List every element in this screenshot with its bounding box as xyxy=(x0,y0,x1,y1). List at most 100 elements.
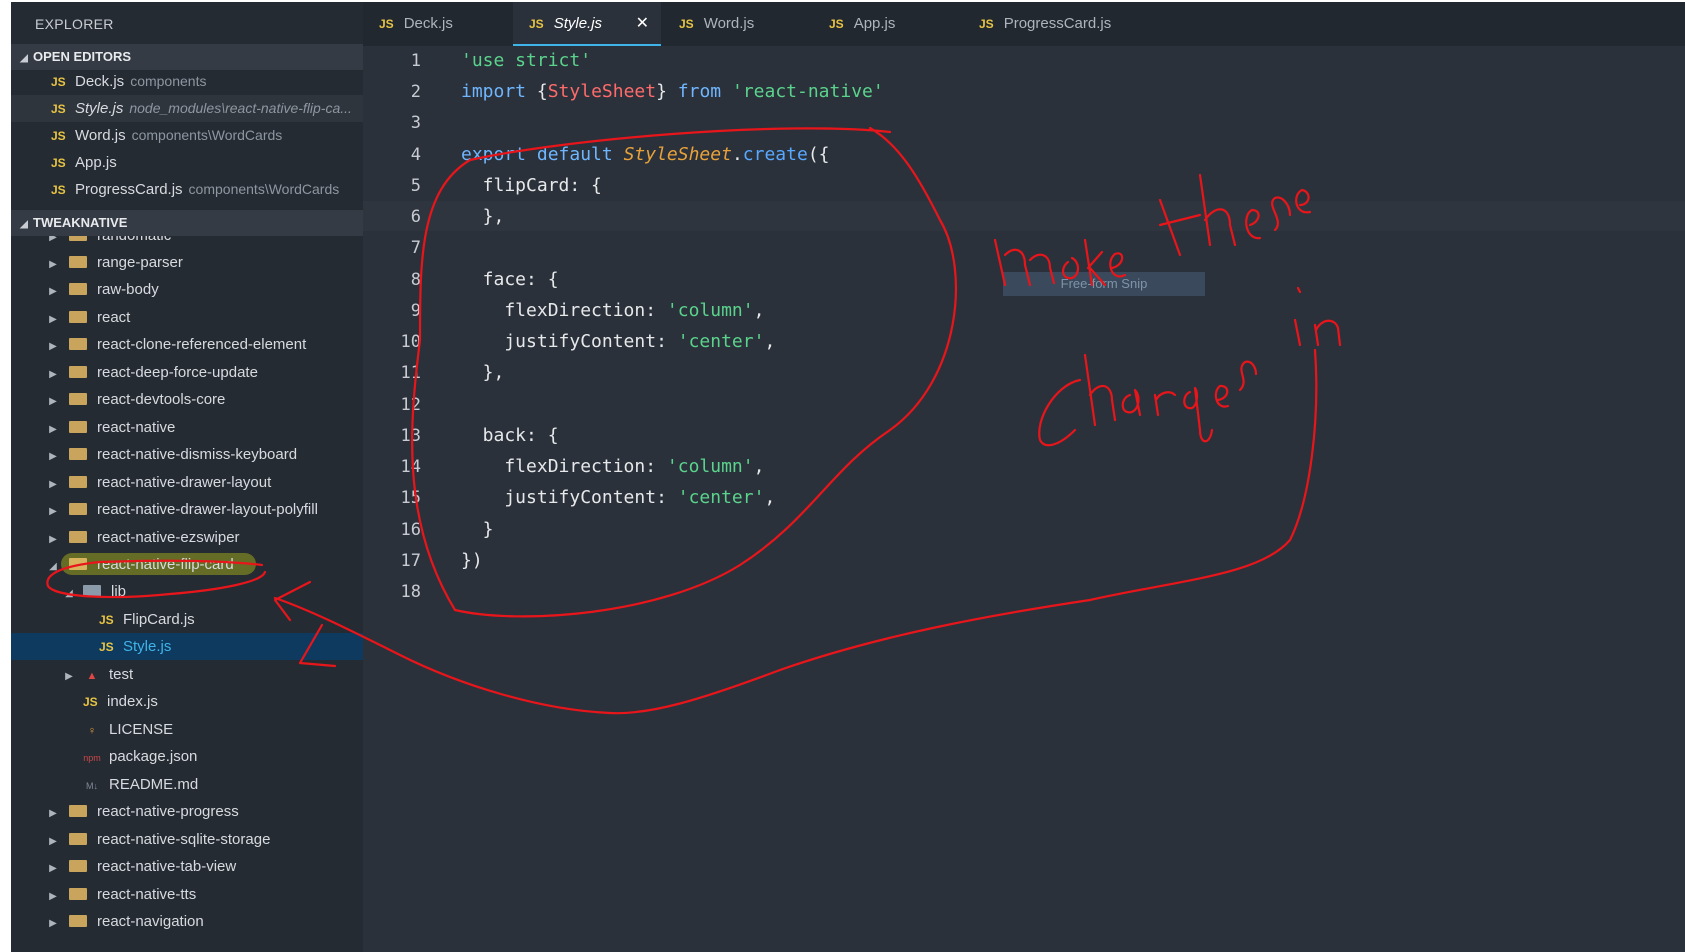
tab-deck[interactable]: JS Deck.js xyxy=(363,2,511,46)
js-icon: JS xyxy=(99,613,114,627)
js-icon: JS xyxy=(679,17,694,31)
open-editor-item[interactable]: JS Word.js components\WordCards xyxy=(11,122,363,149)
folder-icon xyxy=(69,860,87,873)
tree-file[interactable]: JS FlipCard.js xyxy=(11,606,363,633)
tree-folder[interactable]: ▶ react xyxy=(11,304,363,331)
line-number: 5 xyxy=(410,176,421,196)
folder-icon xyxy=(69,888,87,901)
chevron-right-icon: ▶ xyxy=(49,479,57,490)
folder-icon xyxy=(69,256,87,269)
test-folder-icon: ▲ xyxy=(86,670,98,682)
code-line-9: flexDirection: 'column', xyxy=(461,300,765,321)
open-editor-item[interactable]: JS ProgressCard.js components\WordCards xyxy=(11,176,363,203)
folder-icon xyxy=(69,393,87,406)
js-icon: JS xyxy=(83,695,98,709)
line-number: 14 xyxy=(400,457,421,477)
tree-file[interactable]: ♀ LICENSE xyxy=(11,716,363,743)
folder-icon xyxy=(69,366,87,379)
tree-folder-expanded[interactable]: ◢ react-native-flip-card xyxy=(11,551,363,578)
tree-folder[interactable]: ▶ react-devtools-core xyxy=(11,386,363,413)
js-icon: JS xyxy=(51,183,66,197)
chevron-right-icon: ▶ xyxy=(49,506,57,517)
tab-app[interactable]: JS App.js xyxy=(813,2,961,46)
line-number: 6 xyxy=(410,207,421,227)
project-header[interactable]: ◢ TWEAKNATIVE xyxy=(11,210,363,236)
tab-word[interactable]: JS Word.js xyxy=(663,2,811,46)
close-icon[interactable]: ✕ xyxy=(636,2,649,46)
code-line-14: flexDirection: 'column', xyxy=(461,456,765,477)
tree-file[interactable]: npm package.json xyxy=(11,743,363,770)
tab-bar: JS Deck.js JS Style.js ✕ JS Word.js JS App.js… xyxy=(363,2,1685,46)
folder-icon xyxy=(69,833,87,846)
line-number: 18 xyxy=(400,582,421,602)
tree-folder[interactable]: ▶ react-native-ezswiper xyxy=(11,524,363,551)
tree-folder[interactable]: ▶ react-clone-referenced-element xyxy=(11,331,363,358)
lib-folder-icon xyxy=(83,585,101,598)
tree-folder-expanded[interactable]: ◢ lib xyxy=(11,578,363,605)
explorer-sidebar: EXPLORER ◢ OPEN EDITORS JS Deck.js componen… xyxy=(11,2,363,952)
tree-folder[interactable]: ▶ react-native-drawer-layout xyxy=(11,469,363,496)
tree-folder[interactable]: ▶ react-native-sqlite-storage xyxy=(11,826,363,853)
chevron-right-icon: ▶ xyxy=(49,236,57,243)
open-editor-item-active[interactable]: JS Style.js node_modules\react-native-flip… xyxy=(11,95,363,122)
folder-icon xyxy=(69,448,87,461)
chevron-down-icon: ◢ xyxy=(49,561,57,572)
line-number: 11 xyxy=(400,363,421,383)
folder-open-icon xyxy=(69,558,87,571)
folder-icon xyxy=(69,531,87,544)
folder-icon xyxy=(69,503,87,516)
code-editor[interactable]: 1 2 3 4 5 6 7 8 9 10 11 12 13 14 15 16 1… xyxy=(363,46,1685,952)
code-line-4: export default StyleSheet.create({ xyxy=(461,144,830,165)
tree-folder[interactable]: ▶ react-native-dismiss-keyboard xyxy=(11,441,363,468)
chevron-right-icon: ▶ xyxy=(49,369,57,380)
current-line-highlight xyxy=(363,201,1685,231)
line-number: 16 xyxy=(400,520,421,540)
line-number: 4 xyxy=(410,145,421,165)
tree-folder[interactable]: ▶ react-native-drawer-layout-polyfill xyxy=(11,496,363,523)
chevron-right-icon: ▶ xyxy=(49,424,57,435)
chevron-right-icon: ▶ xyxy=(49,891,57,902)
folder-icon xyxy=(69,915,87,928)
chevron-right-icon: ▶ xyxy=(49,918,57,929)
chevron-right-icon: ▶ xyxy=(49,863,57,874)
chevron-right-icon: ▶ xyxy=(49,286,57,297)
tree-folder[interactable]: ▶ react-native xyxy=(11,414,363,441)
tree-file-selected[interactable]: JS Style.js xyxy=(11,633,363,660)
js-icon: JS xyxy=(51,102,66,116)
open-editor-item[interactable]: JS App.js xyxy=(11,149,363,176)
folder-icon xyxy=(69,283,87,296)
open-editors-header[interactable]: ◢ OPEN EDITORS xyxy=(11,44,363,70)
line-number: 8 xyxy=(410,270,421,290)
tree-folder[interactable]: ▶ react-native-tts xyxy=(11,881,363,908)
js-icon: JS xyxy=(99,640,114,654)
line-number: 10 xyxy=(400,332,421,352)
license-icon: ♀ xyxy=(87,725,97,737)
line-number: 9 xyxy=(410,301,421,321)
code-line-10: justifyContent: 'center', xyxy=(461,331,776,352)
tab-progresscard[interactable]: JS ProgressCard.js xyxy=(963,2,1131,46)
snip-toolbar-label: Free-form Snip xyxy=(1003,272,1205,296)
code-line-15: justifyContent: 'center', xyxy=(461,487,776,508)
collapse-triangle-icon: ◢ xyxy=(20,219,28,230)
code-line-6: }, xyxy=(461,206,505,227)
tree-folder[interactable]: ▶ react-navigation xyxy=(11,908,363,935)
tree-file[interactable]: JS index.js xyxy=(11,688,363,715)
js-icon: JS xyxy=(51,129,66,143)
line-number: 15 xyxy=(400,488,421,508)
folder-icon xyxy=(69,338,87,351)
tree-folder[interactable]: ▶ ▲ test xyxy=(11,661,363,688)
tree-folder[interactable]: ▶ react-native-progress xyxy=(11,798,363,825)
code-line-16: } xyxy=(461,519,494,540)
folder-icon xyxy=(69,421,87,434)
chevron-right-icon: ▶ xyxy=(49,808,57,819)
code-line-1: 'use strict' xyxy=(461,50,592,71)
tab-style-active[interactable]: JS Style.js ✕ xyxy=(513,2,661,46)
sidebar-title: EXPLORER xyxy=(35,16,114,32)
open-editor-item[interactable]: JS Deck.js components xyxy=(11,68,363,95)
tree-file[interactable]: M↓ README.md xyxy=(11,771,363,798)
tree-folder[interactable]: ▶ range-parser xyxy=(11,249,363,276)
tree-folder[interactable]: ▶randomatic xyxy=(11,236,363,249)
tree-folder[interactable]: ▶ react-deep-force-update xyxy=(11,359,363,386)
tree-folder[interactable]: ▶ react-native-tab-view xyxy=(11,853,363,880)
tree-folder[interactable]: ▶ raw-body xyxy=(11,276,363,303)
